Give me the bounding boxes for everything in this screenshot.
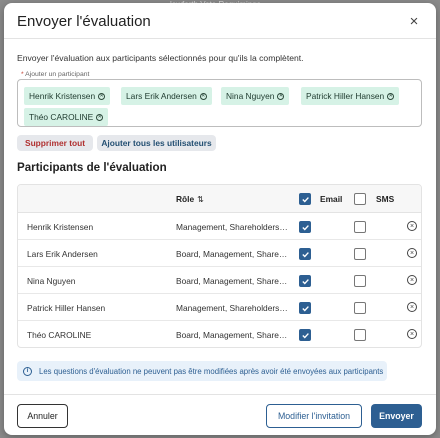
table-row: Patrick Hiller Hansen Management, Shareh… bbox=[18, 294, 421, 321]
dialog-header: Envoyer l'évaluation × bbox=[4, 3, 436, 39]
participant-name: Lars Erik Andersen bbox=[27, 249, 98, 259]
section-title: Participants de l'évaluation bbox=[17, 161, 167, 174]
remove-chip-icon[interactable]: ✕ bbox=[199, 92, 207, 100]
chip-label: Henrik Kristensen bbox=[29, 91, 96, 101]
email-checkbox[interactable] bbox=[299, 275, 311, 287]
delete-all-button[interactable]: Supprimer tout bbox=[17, 135, 93, 151]
participant-input-label: * Ajouter un participant bbox=[21, 71, 89, 78]
dialog-footer: Annuler Modifier l'invitation Envoyer bbox=[4, 394, 436, 435]
participant-chip: Patrick Hiller Hansen ✕ bbox=[301, 87, 400, 105]
participant-role: Board, Management, Shareholders bbox=[176, 330, 288, 340]
sms-checkbox[interactable] bbox=[354, 221, 366, 233]
email-checkbox[interactable] bbox=[299, 221, 311, 233]
participants-table: Rôle ⇅ Email SMS Henrik Kristensen Manage… bbox=[17, 184, 422, 348]
sms-checkbox[interactable] bbox=[354, 302, 366, 314]
participant-role: Management, Shareholders, Board bbox=[176, 222, 288, 232]
remove-participant-icon[interactable]: × bbox=[407, 329, 417, 339]
participant-role: Management, Shareholders, Board bbox=[176, 303, 288, 313]
chip-label: Patrick Hiller Hansen bbox=[306, 91, 385, 101]
participant-input[interactable]: Henrik Kristensen ✕ Lars Erik Andersen ✕… bbox=[17, 79, 422, 127]
email-select-all-checkbox[interactable] bbox=[299, 193, 311, 205]
remove-chip-icon[interactable]: ✕ bbox=[96, 113, 104, 121]
participant-name: Nina Nguyen bbox=[27, 276, 76, 286]
participant-input-label-text: Ajouter un participant bbox=[25, 71, 90, 78]
add-all-users-button[interactable]: Ajouter tous les utilisateurs bbox=[97, 135, 216, 151]
remove-chip-icon[interactable]: ✕ bbox=[387, 92, 395, 100]
chip-label: Lars Erik Andersen bbox=[126, 91, 197, 101]
participant-name: Patrick Hiller Hansen bbox=[27, 303, 106, 313]
email-checkbox[interactable] bbox=[299, 329, 311, 341]
email-checkbox[interactable] bbox=[299, 302, 311, 314]
sms-checkbox[interactable] bbox=[354, 248, 366, 260]
table-row: Lars Erik Andersen Board, Management, Sh… bbox=[18, 240, 421, 267]
table-row: Théo CAROLINE Board, Management, Shareho… bbox=[18, 321, 421, 347]
table-header: Rôle ⇅ Email SMS bbox=[18, 185, 421, 213]
sms-checkbox[interactable] bbox=[354, 329, 366, 341]
participant-name: Henrik Kristensen bbox=[27, 222, 94, 232]
sms-select-all-checkbox[interactable] bbox=[354, 193, 366, 205]
participant-role: Board, Management, Shareholders bbox=[176, 276, 288, 286]
close-icon[interactable]: × bbox=[404, 11, 424, 31]
email-checkbox[interactable] bbox=[299, 248, 311, 260]
remove-participant-icon[interactable]: × bbox=[407, 248, 417, 258]
info-banner-text: Les questions d'évaluation ne peuvent pa… bbox=[39, 366, 384, 376]
dialog-title: Envoyer l'évaluation bbox=[17, 13, 151, 30]
remove-participant-icon[interactable]: × bbox=[407, 221, 417, 231]
remove-participant-icon[interactable]: × bbox=[407, 275, 417, 285]
participant-chip: Henrik Kristensen ✕ bbox=[24, 87, 111, 105]
edit-invitation-button[interactable]: Modifier l'invitation bbox=[266, 404, 362, 428]
sort-icon[interactable]: ⇅ bbox=[197, 195, 204, 204]
remove-chip-icon[interactable]: ✕ bbox=[98, 92, 106, 100]
role-header-label: Rôle bbox=[176, 194, 195, 204]
participant-chip: Théo CAROLINE ✕ bbox=[24, 108, 109, 126]
chip-label: Nina Nguyen bbox=[226, 91, 275, 101]
info-icon: i bbox=[23, 366, 32, 376]
table-row: Nina Nguyen Board, Management, Sharehold… bbox=[18, 267, 421, 294]
remove-chip-icon[interactable]: ✕ bbox=[277, 92, 285, 100]
sms-checkbox[interactable] bbox=[354, 275, 366, 287]
required-mark: * bbox=[21, 71, 24, 78]
participant-chip: Lars Erik Andersen ✕ bbox=[121, 87, 212, 105]
participant-role: Board, Management, Shareholders bbox=[176, 249, 288, 259]
send-button[interactable]: Envoyer bbox=[371, 404, 422, 428]
chip-label: Théo CAROLINE bbox=[29, 112, 94, 122]
send-evaluation-dialog: Envoyer l'évaluation × Envoyer l'évaluat… bbox=[4, 3, 436, 435]
table-row: Henrik Kristensen Management, Shareholde… bbox=[18, 213, 421, 240]
info-banner: i Les questions d'évaluation ne peuvent … bbox=[17, 361, 387, 381]
sms-column-header: SMS bbox=[376, 194, 395, 204]
email-column-header: Email bbox=[320, 194, 343, 204]
cancel-button[interactable]: Annuler bbox=[17, 404, 68, 428]
participant-chip: Nina Nguyen ✕ bbox=[221, 87, 290, 105]
role-column-header[interactable]: Rôle ⇅ bbox=[176, 194, 204, 204]
dialog-description: Envoyer l'évaluation aux participants sé… bbox=[17, 53, 304, 63]
remove-participant-icon[interactable]: × bbox=[407, 302, 417, 312]
participant-name: Théo CAROLINE bbox=[27, 330, 92, 340]
